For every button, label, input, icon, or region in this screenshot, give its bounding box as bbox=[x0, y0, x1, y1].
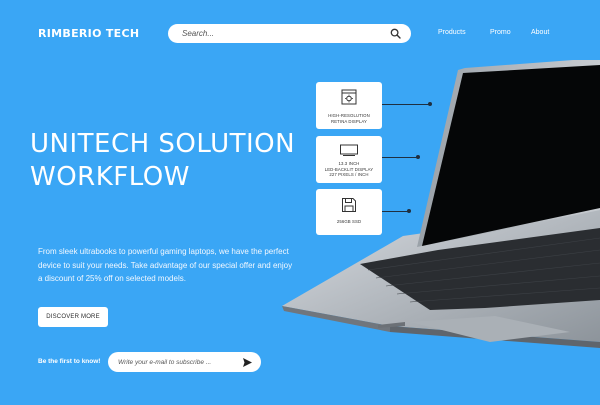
connector-dot-2 bbox=[416, 155, 420, 159]
spec-line: RETINA DISPLAY bbox=[331, 118, 367, 124]
hero-title-line-1: UNITECH SOLUTION bbox=[30, 129, 296, 159]
connector-dot-1 bbox=[428, 102, 432, 106]
spec-card-screen: 13.3 INCH LED-BACKLIT DISPLAY 227 PIXELS… bbox=[316, 136, 382, 183]
connector-dot-3 bbox=[407, 209, 411, 213]
spec-line: 227 PIXELS / INCH bbox=[329, 172, 369, 178]
send-icon[interactable] bbox=[242, 357, 253, 368]
search-bar bbox=[168, 24, 411, 43]
subscribe-form bbox=[108, 352, 261, 372]
discover-more-button[interactable]: DISCOVER MORE bbox=[38, 307, 108, 327]
connector-line-2 bbox=[382, 157, 417, 158]
nav-about[interactable]: About bbox=[531, 29, 549, 36]
brand-logo[interactable]: RIMBERIO TECH bbox=[38, 27, 139, 40]
search-icon[interactable] bbox=[390, 28, 401, 39]
email-field[interactable] bbox=[118, 358, 233, 366]
monitor-icon bbox=[316, 143, 382, 157]
nav-promo[interactable]: Promo bbox=[490, 29, 511, 36]
connector-line-1 bbox=[382, 104, 429, 105]
nav-products[interactable]: Products bbox=[438, 29, 466, 36]
spec-card-display: HIGH-RESOLUTION RETINA DISPLAY bbox=[316, 82, 382, 129]
spec-card-storage: 256GB SSD bbox=[316, 189, 382, 235]
floppy-disk-icon bbox=[316, 197, 382, 213]
newsletter-label: Be the first to know! bbox=[38, 358, 101, 365]
connector-line-3 bbox=[382, 211, 408, 212]
hero-title-line-2: WORKFLOW bbox=[30, 162, 190, 192]
search-input[interactable] bbox=[182, 29, 372, 38]
hero-title: UNITECH SOLUTION WORKFLOW bbox=[30, 128, 295, 194]
hero-description: From sleek ultrabooks to powerful gaming… bbox=[38, 247, 293, 283]
display-settings-icon bbox=[316, 88, 382, 106]
spec-line: 256GB SSD bbox=[336, 219, 362, 224]
